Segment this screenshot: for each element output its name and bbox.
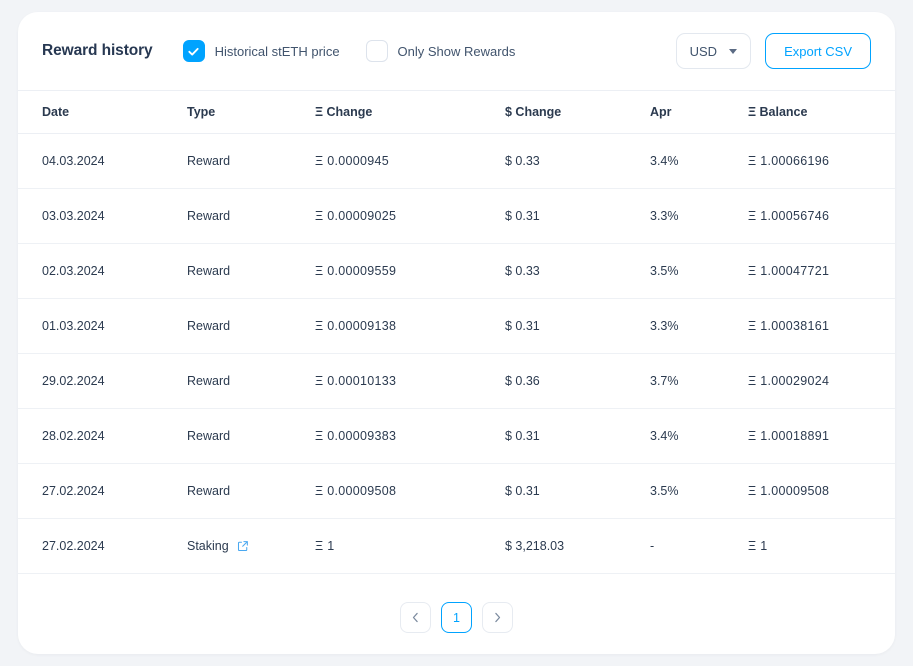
cell-eth-change: Ξ 0.00009383 [315, 408, 505, 464]
cell-usd-change: $ 0.31 [505, 188, 650, 244]
cell-apr: 3.4% [650, 133, 748, 189]
cell-date: 03.03.2024 [18, 188, 187, 244]
cell-eth-change: Ξ 0.00009138 [315, 298, 505, 354]
card-header: Reward history Historical stETH price On… [18, 12, 895, 90]
column-header-balance: Ξ Balance [748, 90, 895, 134]
table-row: 03.03.2024 Reward Ξ 0.00009025 $ 0.31 3.3% Ξ … [18, 188, 895, 244]
cell-balance: Ξ 1 [748, 518, 895, 574]
cell-date: 04.03.2024 [18, 133, 187, 189]
historical-steth-price-label: Historical stETH price [214, 43, 340, 59]
pagination-next-button[interactable] [482, 602, 513, 633]
cell-type-label: Staking [187, 539, 229, 553]
cell-type: Reward [187, 188, 315, 244]
reward-history-card: Reward history Historical stETH price On… [18, 12, 895, 654]
only-show-rewards-checkbox[interactable] [365, 40, 388, 62]
cell-apr: 3.3% [650, 188, 748, 244]
column-header-usd-change: $ Change [505, 90, 650, 134]
export-csv-button[interactable]: Export CSV [765, 33, 871, 69]
chevron-down-icon [729, 48, 738, 54]
external-link-icon[interactable] [237, 540, 249, 552]
cell-type-label: Reward [187, 154, 231, 168]
header-actions: USD Export CSV [675, 33, 871, 69]
cell-usd-change: $ 0.36 [505, 353, 650, 409]
cell-eth-change: Ξ 1 [315, 518, 505, 574]
cell-type-label: Reward [187, 319, 231, 333]
cell-type-label: Reward [187, 484, 231, 498]
cell-balance: Ξ 1.00066196 [748, 133, 895, 189]
filter-historical-steth-price[interactable]: Historical stETH price [182, 40, 340, 62]
cell-balance: Ξ 1.00047721 [748, 243, 895, 299]
table-header-row: Date Type Ξ Change $ Change Apr Ξ Balanc… [18, 90, 895, 134]
column-header-type: Type [187, 90, 315, 134]
check-icon [188, 47, 199, 55]
cell-date: 29.02.2024 [18, 353, 187, 409]
currency-select-value: USD [689, 43, 718, 59]
chevron-right-icon [495, 612, 501, 623]
cell-type-label: Reward [187, 264, 231, 278]
pagination: 1 [18, 574, 895, 633]
cell-apr: 3.3% [650, 298, 748, 354]
cell-type: Staking [187, 518, 315, 574]
cell-balance: Ξ 1.00056746 [748, 188, 895, 244]
cell-type-label: Reward [187, 209, 231, 223]
cell-usd-change: $ 0.31 [505, 408, 650, 464]
filter-group: Historical stETH price Only Show Rewards [182, 40, 516, 62]
cell-eth-change: Ξ 0.00010133 [315, 353, 505, 409]
cell-apr: 3.4% [650, 408, 748, 464]
cell-apr: 3.5% [650, 243, 748, 299]
cell-balance: Ξ 1.00029024 [748, 353, 895, 409]
cell-eth-change: Ξ 0.0000945 [315, 133, 505, 189]
table-row: 29.02.2024 Reward Ξ 0.00010133 $ 0.36 3.7% Ξ … [18, 353, 895, 409]
cell-balance: Ξ 1.00018891 [748, 408, 895, 464]
table-row: 27.02.2024 Reward Ξ 0.00009508 $ 0.31 3.5% Ξ … [18, 463, 895, 519]
cell-apr: 3.5% [650, 463, 748, 519]
page-title: Reward history [42, 42, 153, 59]
pagination-prev-button[interactable] [400, 602, 431, 633]
table-row: 28.02.2024 Reward Ξ 0.00009383 $ 0.31 3.4% Ξ … [18, 408, 895, 464]
table-row: 02.03.2024 Reward Ξ 0.00009559 $ 0.33 3.5% Ξ … [18, 243, 895, 299]
cell-apr: - [650, 518, 748, 574]
table-row: 01.03.2024 Reward Ξ 0.00009138 $ 0.31 3.3% Ξ … [18, 298, 895, 354]
cell-date: 28.02.2024 [18, 408, 187, 464]
cell-type: Reward [187, 408, 315, 464]
chevron-left-icon [412, 612, 418, 623]
cell-apr: 3.7% [650, 353, 748, 409]
cell-balance: Ξ 1.00038161 [748, 298, 895, 354]
historical-steth-price-checkbox[interactable] [182, 40, 205, 62]
currency-select[interactable]: USD [675, 33, 752, 69]
cell-eth-change: Ξ 0.00009025 [315, 188, 505, 244]
cell-usd-change: $ 3,218.03 [505, 518, 650, 574]
cell-usd-change: $ 0.33 [505, 243, 650, 299]
cell-date: 27.02.2024 [18, 518, 187, 574]
cell-type-label: Reward [187, 429, 231, 443]
cell-type: Reward [187, 353, 315, 409]
pagination-page-1[interactable]: 1 [441, 602, 472, 633]
table-row: 04.03.2024 Reward Ξ 0.0000945 $ 0.33 3.4% Ξ 1… [18, 133, 895, 189]
table-head: Date Type Ξ Change $ Change Apr Ξ Balanc… [18, 90, 895, 134]
only-show-rewards-label: Only Show Rewards [397, 43, 516, 59]
cell-usd-change: $ 0.33 [505, 133, 650, 189]
reward-history-table: Date Type Ξ Change $ Change Apr Ξ Balanc… [18, 90, 895, 574]
column-header-date: Date [18, 90, 187, 134]
filter-only-show-rewards[interactable]: Only Show Rewards [365, 40, 516, 62]
page-background: Reward history Historical stETH price On… [0, 0, 913, 666]
cell-usd-change: $ 0.31 [505, 463, 650, 519]
cell-type-label: Reward [187, 374, 231, 388]
table-row: 27.02.2024 Staking Ξ 1 $ 3,218.03- Ξ 1 [18, 518, 895, 574]
cell-eth-change: Ξ 0.00009559 [315, 243, 505, 299]
cell-type: Reward [187, 298, 315, 354]
cell-balance: Ξ 1.00009508 [748, 463, 895, 519]
table-body: 04.03.2024 Reward Ξ 0.0000945 $ 0.33 3.4% Ξ 1… [18, 133, 895, 574]
cell-date: 01.03.2024 [18, 298, 187, 354]
cell-eth-change: Ξ 0.00009508 [315, 463, 505, 519]
cell-type: Reward [187, 133, 315, 189]
column-header-eth-change: Ξ Change [315, 90, 505, 134]
cell-type: Reward [187, 463, 315, 519]
cell-type: Reward [187, 243, 315, 299]
cell-usd-change: $ 0.31 [505, 298, 650, 354]
column-header-apr: Apr [650, 90, 748, 134]
cell-date: 02.03.2024 [18, 243, 187, 299]
cell-date: 27.02.2024 [18, 463, 187, 519]
